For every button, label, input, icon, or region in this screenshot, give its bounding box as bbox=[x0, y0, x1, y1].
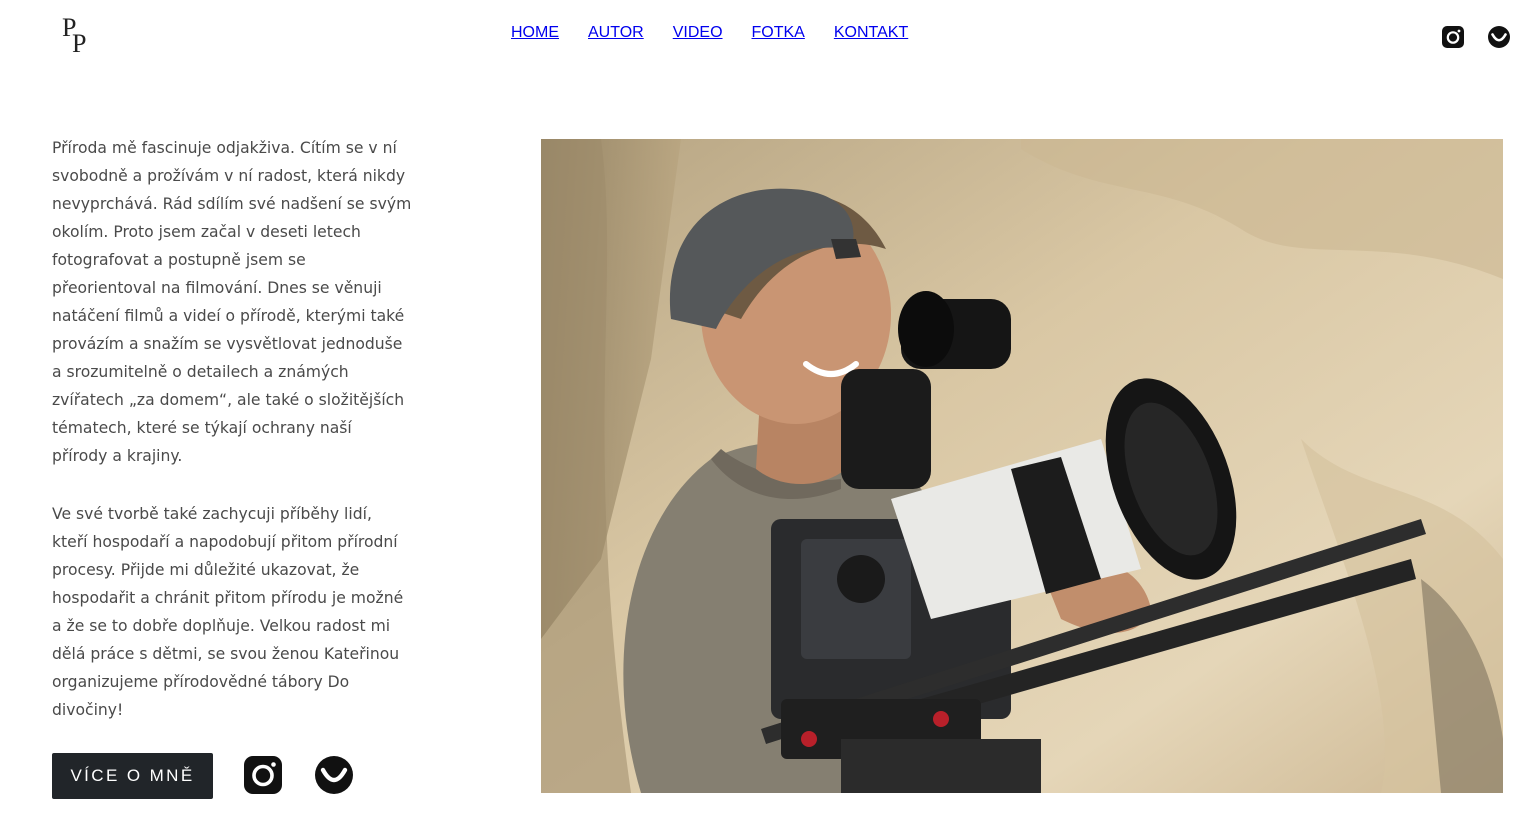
nav-kontakt[interactable]: KONTAKT bbox=[834, 24, 908, 42]
bio-paragraph-1: Příroda mě fascinuje odjakživa. Cítím se… bbox=[52, 139, 412, 465]
bio-paragraph-2: Ve své tvorbě také zachycuji příběhy lid… bbox=[52, 505, 404, 719]
bio-social bbox=[243, 755, 354, 800]
nav-autor[interactable]: AUTOR bbox=[588, 24, 644, 42]
logo-mark: P P bbox=[62, 13, 86, 58]
bio-text: Příroda mě fascinuje odjakživa. Cítím se… bbox=[52, 134, 412, 754]
logo[interactable]: P P bbox=[60, 12, 96, 62]
more-about-me-button[interactable]: VÍCE O MNĚ bbox=[52, 753, 213, 799]
nav-video[interactable]: VIDEO bbox=[673, 24, 723, 42]
instagram-icon[interactable] bbox=[243, 755, 283, 800]
instagram-icon[interactable] bbox=[1441, 25, 1465, 49]
vimeo-smile-icon[interactable] bbox=[314, 755, 354, 800]
nav-fotka[interactable]: FOTKA bbox=[752, 24, 805, 42]
main-nav: HOME AUTOR VIDEO FOTKA KONTAKT bbox=[511, 24, 937, 42]
vimeo-smile-icon[interactable] bbox=[1487, 25, 1511, 49]
nav-home[interactable]: HOME bbox=[511, 24, 559, 42]
svg-text:P: P bbox=[72, 29, 86, 58]
header-social bbox=[1441, 25, 1511, 49]
portrait-photo bbox=[541, 139, 1503, 793]
